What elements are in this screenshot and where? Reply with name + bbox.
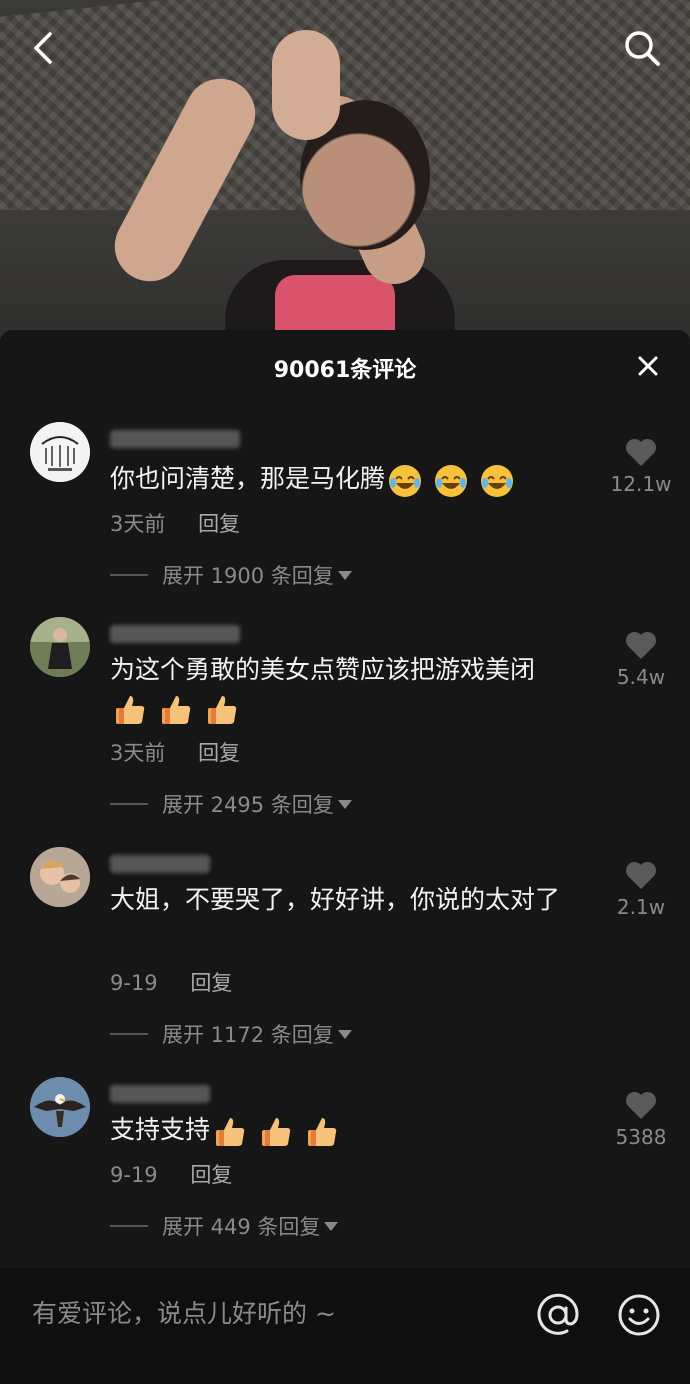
thumbs-up-emoji-icon <box>161 696 191 724</box>
comment-item[interactable]: 为这个勇敢的美女点赞应该把游戏美闭 3天前 回复 展开 2495 条回复 5.4… <box>0 615 690 845</box>
comment-meta: 9-19 回复 <box>110 1159 258 1189</box>
username-redacted <box>110 855 210 873</box>
avatar-image <box>30 422 90 482</box>
reply-button[interactable]: 回复 <box>198 741 240 765</box>
comments-sheet: 90061条评论 你也问清楚，那是马化腾 3天前 回复 展开 1900 条回复 … <box>0 330 690 1268</box>
comment-text: 支持支持 <box>110 1111 590 1150</box>
like-button[interactable]: 5388 <box>606 1089 676 1149</box>
thumbs-up-emoji-icon <box>261 1118 291 1146</box>
caret-down-icon <box>324 1221 339 1231</box>
reply-button[interactable]: 回复 <box>190 971 232 995</box>
comment-item[interactable]: 大姐，不要哭了，好好讲，你说的太对了 9-19 回复 展开 1172 条回复 2… <box>0 845 690 1075</box>
emoji-group <box>210 1112 340 1150</box>
like-count: 5388 <box>615 1125 667 1149</box>
like-button[interactable]: 12.1w <box>606 436 676 496</box>
laugh-cry-emoji-icon <box>434 465 467 497</box>
expand-replies-label: 展开 1900 条回复 <box>162 564 334 588</box>
thumbs-up-emoji-icon <box>116 696 145 724</box>
like-count: 5.4w <box>616 665 666 689</box>
comment-time: 3天前 <box>110 741 166 765</box>
comment-composer-bar: 有爱评论，说点儿好听的 ~ <box>0 1268 690 1384</box>
laugh-cry-emoji-icon <box>389 465 422 497</box>
emoji-group <box>110 690 240 728</box>
like-button[interactable]: 2.1w <box>606 859 676 919</box>
expand-replies-button[interactable]: 展开 2495 条回复 <box>110 789 352 819</box>
comment-body: 为这个勇敢的美女点赞应该把游戏美闭 <box>110 655 536 684</box>
avatar[interactable] <box>30 847 90 907</box>
expand-replies-button[interactable]: 展开 1172 条回复 <box>110 1019 352 1049</box>
heart-icon <box>625 631 657 659</box>
caret-down-icon <box>337 1029 352 1039</box>
reply-button[interactable]: 回复 <box>198 512 240 536</box>
at-icon[interactable] <box>535 1292 581 1338</box>
comment-text: 你也问清楚，那是马化腾 <box>110 460 590 499</box>
comment-text: 为这个勇敢的美女点赞应该把游戏美闭 <box>110 651 590 728</box>
expand-divider <box>110 574 148 576</box>
avatar-image <box>30 847 90 907</box>
comment-text: 大姐，不要哭了，好好讲，你说的太对了 <box>110 881 590 919</box>
back-arrow-icon[interactable] <box>24 28 64 68</box>
comment-time: 9-19 <box>110 1163 158 1187</box>
comment-body: 支持支持 <box>110 1115 211 1144</box>
username-redacted <box>110 430 240 448</box>
caret-down-icon <box>337 570 352 580</box>
smile-icon[interactable] <box>616 1292 662 1338</box>
avatar[interactable] <box>30 1077 90 1137</box>
search-icon[interactable] <box>622 28 662 68</box>
video-frame[interactable] <box>0 0 690 340</box>
expand-replies-label: 展开 1172 条回复 <box>162 1023 334 1047</box>
username-redacted <box>110 1085 210 1103</box>
avatar[interactable] <box>30 617 90 677</box>
like-count: 2.1w <box>616 895 666 919</box>
laugh-cry-emoji-icon <box>480 465 513 497</box>
avatar-image <box>30 1077 90 1137</box>
expand-replies-label: 展开 2495 条回复 <box>162 793 334 817</box>
thumbs-up-emoji-icon <box>207 696 237 724</box>
username-redacted <box>110 625 240 643</box>
heart-icon <box>625 438 657 466</box>
thumbs-up-emoji-icon <box>307 1118 337 1146</box>
comment-item[interactable]: 支持支持 9-19 回复 展开 449 条回复 5388 <box>0 1075 690 1265</box>
heart-icon <box>625 861 657 889</box>
expand-divider <box>110 1033 148 1035</box>
comment-meta: 3天前 回复 <box>110 737 266 767</box>
comment-body: 大姐，不要哭了，好好讲，你说的太对了 <box>110 885 561 914</box>
like-button[interactable]: 5.4w <box>606 629 676 689</box>
expand-replies-label: 展开 449 条回复 <box>162 1215 321 1239</box>
comment-time: 9-19 <box>110 971 158 995</box>
comment-meta: 9-19 回复 <box>110 967 258 997</box>
thumbs-up-emoji-icon <box>216 1118 245 1146</box>
video-person-hands <box>272 30 340 140</box>
expand-divider <box>110 803 148 805</box>
heart-icon <box>625 1091 657 1119</box>
comments-count-title: 90061条评论 <box>273 358 417 383</box>
expand-replies-button[interactable]: 展开 449 条回复 <box>110 1211 339 1241</box>
expand-divider <box>110 1225 148 1227</box>
avatar[interactable] <box>30 422 90 482</box>
comment-body: 你也问清楚，那是马化腾 <box>110 464 386 493</box>
comment-meta: 3天前 回复 <box>110 508 266 538</box>
caret-down-icon <box>337 799 352 809</box>
emoji-group <box>385 461 515 499</box>
sheet-header: 90061条评论 <box>0 330 690 404</box>
like-count: 12.1w <box>610 472 672 496</box>
close-icon[interactable] <box>636 354 660 378</box>
reply-button[interactable]: 回复 <box>190 1163 232 1187</box>
expand-replies-button[interactable]: 展开 1900 条回复 <box>110 560 352 590</box>
comment-input[interactable]: 有爱评论，说点儿好听的 ~ <box>32 1294 336 1330</box>
avatar-image <box>30 617 90 677</box>
comment-time: 3天前 <box>110 512 166 536</box>
